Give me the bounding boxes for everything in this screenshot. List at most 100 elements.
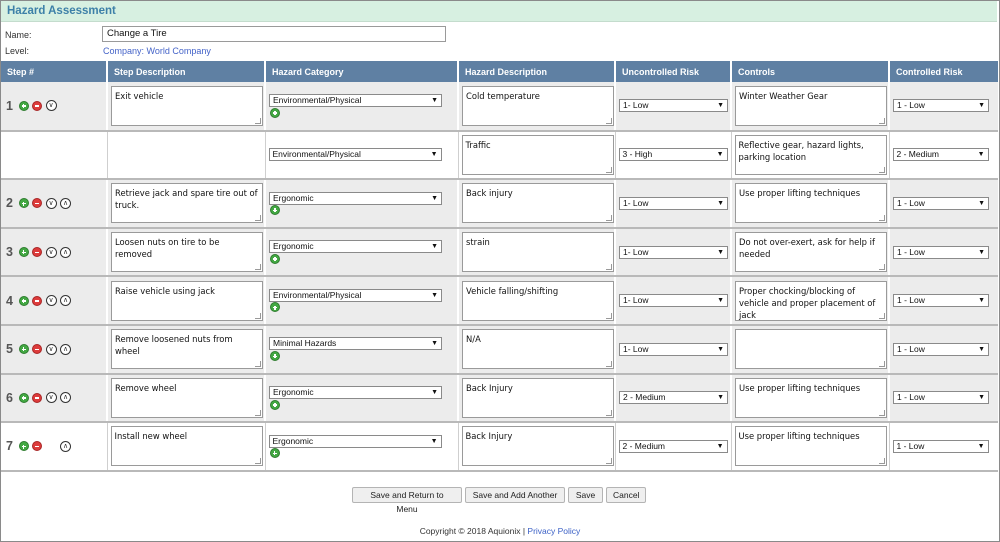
add-hazard-icon[interactable] [270,107,280,118]
hazard-description-textarea[interactable]: Cold temperature [462,85,614,126]
step-description-textarea[interactable]: Install new wheel [110,426,263,467]
move-down-icon[interactable]: ∨ [45,295,57,307]
add-step-icon[interactable] [18,295,29,306]
controls-textarea[interactable]: Proper chocking/blocking of vehicle and … [735,280,887,321]
hazard-description-textarea[interactable]: strain [462,232,614,273]
add-step-icon[interactable] [18,198,29,209]
controlled-risk-select[interactable]: 1 - Low ▼ [893,196,989,210]
remove-step-icon[interactable] [32,100,43,111]
controls-cell: Reflective gear, hazard lights, parking … [731,130,890,181]
hazard-category-select[interactable]: Environmental/Physical ▼ [268,148,442,162]
add-step-icon[interactable] [18,344,29,355]
uncontrolled-risk-select[interactable]: 1- Low ▼ [619,294,728,308]
add-step-icon[interactable] [18,392,29,403]
controls-textarea[interactable] [735,329,887,370]
step-description-textarea[interactable]: Retrieve jack and spare tire out of truc… [111,183,263,224]
dropdown-arrow-icon: ▼ [431,194,438,202]
remove-step-icon[interactable] [32,295,43,306]
move-down-icon[interactable]: ∨ [45,197,57,209]
remove-step-icon[interactable] [32,344,43,355]
hazard-category-select[interactable]: Minimal Hazards ▼ [269,337,442,351]
controlled-risk-select[interactable]: 1 - Low ▼ [893,294,989,308]
controls-textarea[interactable]: Reflective gear, hazard lights, parking … [734,134,887,175]
controls-textarea[interactable]: Winter Weather Gear [735,85,887,126]
dropdown-arrow-icon: ▼ [431,291,438,299]
dropdown-arrow-icon: ▼ [431,243,438,251]
dropdown-arrow-icon: ▼ [431,340,438,348]
dropdown-arrow-icon: ▼ [717,297,724,305]
hazard-description-textarea[interactable]: Back Injury [461,426,614,467]
move-down-icon[interactable]: ∨ [45,343,57,355]
hazard-category-select[interactable]: Ergonomic ▼ [269,191,442,205]
step-cell: 5 ∨ ∧ [1,324,108,375]
privacy-policy-link[interactable]: Privacy Policy [527,526,580,536]
hazard-description-textarea[interactable]: N/A [462,329,614,370]
remove-step-icon[interactable] [32,392,43,403]
add-hazard-icon[interactable] [270,399,280,410]
controlled-risk-select[interactable]: 2 - Medium ▼ [892,148,989,162]
hazard-category-select[interactable]: Environmental/Physical ▼ [269,288,442,302]
hazard-description-textarea[interactable]: Back Injury [462,377,614,418]
add-step-icon[interactable] [18,100,29,111]
move-up-icon[interactable]: ∧ [60,440,72,452]
controlled-risk-select[interactable]: 1 - Low ▼ [893,99,989,113]
step-description-textarea[interactable]: Exit vehicle [111,85,263,126]
controls-textarea[interactable]: Use proper lifting techniques [735,377,887,418]
move-up-icon[interactable]: ∧ [60,343,72,355]
controlled-risk-select[interactable]: 1 - Low ▼ [893,391,989,405]
uncontrolled-risk-select[interactable]: 2 - Medium ▼ [618,439,728,453]
controls-textarea[interactable]: Use proper lifting techniques [734,426,887,467]
add-hazard-icon[interactable] [269,448,280,459]
add-hazard-icon[interactable] [270,205,280,216]
move-down-icon[interactable]: ∨ [45,246,57,258]
uncontrolled-risk-select[interactable]: 2 - Medium ▼ [619,391,728,405]
controlled-risk-select[interactable]: 1 - Low ▼ [893,342,989,356]
add-step-icon[interactable] [18,247,29,258]
add-step-icon[interactable] [18,441,29,452]
save-and-return-button[interactable]: Save and Return to Menu [352,487,462,514]
uncontrolled-risk-cell: 1- Low ▼ [615,82,732,132]
cancel-button[interactable]: Cancel [606,487,646,503]
step-description-textarea[interactable]: Remove loosened nuts from wheel [111,329,263,370]
uncontrolled-risk-select[interactable]: 1- Low ▼ [619,99,728,113]
step-description-textarea[interactable]: Loosen nuts on tire to be removed [111,232,263,273]
level-link[interactable]: Company: World Company [103,46,211,56]
uncontrolled-risk-select[interactable]: 3 - High ▼ [618,148,728,162]
controls-textarea[interactable]: Do not over-exert, ask for help if neede… [735,232,887,273]
hazard-category-select[interactable]: Ergonomic ▼ [268,434,442,448]
move-up-icon[interactable]: ∧ [60,392,72,404]
uncontrolled-risk-value: 2 - Medium [623,392,666,403]
save-and-add-another-button[interactable]: Save and Add Another [465,487,565,503]
step-description-cell: Exit vehicle [107,82,266,132]
remove-step-icon[interactable] [32,441,43,452]
add-hazard-icon[interactable] [270,253,280,264]
name-input[interactable]: Change a Tire [102,26,446,42]
move-down-icon[interactable]: ∨ [45,100,57,112]
move-up-icon[interactable]: ∧ [60,246,72,258]
uncontrolled-risk-select[interactable]: 1- Low ▼ [619,245,728,259]
uncontrolled-risk-select[interactable]: 1- Low ▼ [619,196,728,210]
remove-step-icon[interactable] [32,247,43,258]
step-number: 1 [6,98,13,113]
controlled-risk-select[interactable]: 1 - Low ▼ [892,439,989,453]
controlled-risk-select[interactable]: 1 - Low ▼ [893,245,989,259]
save-button[interactable]: Save [568,487,603,503]
add-hazard-icon[interactable] [270,302,280,313]
uncontrolled-risk-select[interactable]: 1- Low ▼ [619,342,728,356]
move-down-icon[interactable]: ∨ [45,392,57,404]
hazard-description-textarea[interactable]: Vehicle falling/shifting [462,280,614,321]
hazard-description-textarea[interactable]: Traffic [461,134,614,175]
controls-textarea[interactable]: Use proper lifting techniques [735,183,887,224]
move-up-icon[interactable]: ∧ [60,295,72,307]
uncontrolled-risk-value: 1- Low [623,197,649,208]
add-hazard-icon[interactable] [270,351,280,362]
move-up-icon[interactable]: ∧ [60,197,72,209]
hazard-category-select[interactable]: Environmental/Physical ▼ [269,93,442,107]
table-row: 5 ∨ ∧ Remove loosened nuts from wheel Mi… [1,324,998,375]
step-description-textarea[interactable]: Remove wheel [111,377,263,418]
remove-step-icon[interactable] [32,198,43,209]
hazard-category-select[interactable]: Ergonomic ▼ [269,240,442,254]
hazard-description-textarea[interactable]: Back injury [462,183,614,224]
hazard-category-select[interactable]: Ergonomic ▼ [269,386,442,400]
step-description-textarea[interactable]: Raise vehicle using jack [111,280,263,321]
